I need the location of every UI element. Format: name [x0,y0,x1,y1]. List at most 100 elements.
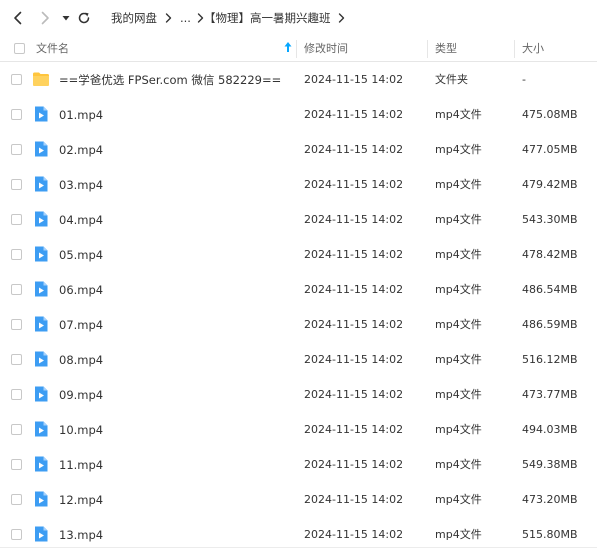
breadcrumb-separator-icon [197,13,204,23]
file-size: 478.42MB [522,248,578,261]
file-name[interactable]: 11.mp4 [59,458,103,472]
folder-icon [32,70,50,88]
column-divider[interactable] [514,40,515,58]
video-file-icon [32,525,50,543]
breadcrumb-ellipsis[interactable]: ... [180,11,191,25]
column-header-modified[interactable]: 修改时间 [304,42,348,56]
file-type: mp4文件 [435,213,482,226]
select-all-checkbox[interactable] [14,43,25,54]
file-type: mp4文件 [435,423,482,436]
chevron-right-icon [41,11,49,25]
row-checkbox[interactable] [11,424,22,435]
file-modified: 2024-11-15 14:02 [304,143,404,156]
file-row[interactable]: 11.mp4 2024-11-15 14:02 mp4文件 549.38MB [0,447,597,482]
file-row[interactable]: ==学爸优选 FPSer.com 微信 582229== 2024-11-15 1… [0,62,597,97]
sort-ascending-icon[interactable] [284,41,292,55]
file-name[interactable]: 08.mp4 [59,353,103,367]
file-row[interactable]: 05.mp4 2024-11-15 14:02 mp4文件 478.42MB [0,237,597,272]
row-checkbox[interactable] [11,179,22,190]
breadcrumb-root[interactable]: 我的网盘 [111,10,157,26]
file-type: mp4文件 [435,283,482,296]
back-button[interactable] [8,8,28,28]
video-file-icon [32,210,50,228]
file-list: ==学爸优选 FPSer.com 微信 582229== 2024-11-15 1… [0,62,597,550]
file-row[interactable]: 09.mp4 2024-11-15 14:02 mp4文件 473.77MB [0,377,597,412]
column-divider[interactable] [296,40,297,58]
file-name[interactable]: 13.mp4 [59,528,103,542]
row-checkbox[interactable] [11,494,22,505]
row-checkbox[interactable] [11,529,22,540]
file-row[interactable]: 07.mp4 2024-11-15 14:02 mp4文件 486.59MB [0,307,597,342]
file-row[interactable]: 01.mp4 2024-11-15 14:02 mp4文件 475.08MB [0,97,597,132]
refresh-button[interactable] [74,8,94,28]
file-name[interactable]: 12.mp4 [59,493,103,507]
row-checkbox[interactable] [11,459,22,470]
breadcrumb-current[interactable]: 【物理】高一暑期兴趣班 [204,10,331,26]
file-row[interactable]: 03.mp4 2024-11-15 14:02 mp4文件 479.42MB [0,167,597,202]
refresh-icon [78,12,90,24]
video-file-icon [32,105,50,123]
column-header-name[interactable]: 文件名 [36,42,69,56]
row-checkbox[interactable] [11,249,22,260]
caret-down-icon [62,16,70,21]
file-type: mp4文件 [435,143,482,156]
file-modified: 2024-11-15 14:02 [304,423,404,436]
file-name[interactable]: 09.mp4 [59,388,103,402]
row-checkbox[interactable] [11,319,22,330]
file-list-header: 文件名 修改时间 类型 大小 [0,36,597,62]
breadcrumb: 我的网盘 ... 【物理】高一暑期兴趣班 [111,9,353,27]
file-row[interactable]: 12.mp4 2024-11-15 14:02 mp4文件 473.20MB [0,482,597,517]
row-checkbox[interactable] [11,214,22,225]
file-name[interactable]: 02.mp4 [59,143,103,157]
file-modified: 2024-11-15 14:02 [304,528,404,541]
file-size: 475.08MB [522,108,578,121]
file-type: 文件夹 [435,73,468,86]
file-type: mp4文件 [435,528,482,541]
file-type: mp4文件 [435,353,482,366]
file-name[interactable]: 07.mp4 [59,318,103,332]
file-row[interactable]: 13.mp4 2024-11-15 14:02 mp4文件 515.80MB [0,517,597,550]
file-row[interactable]: 06.mp4 2024-11-15 14:02 mp4文件 486.54MB [0,272,597,307]
column-divider[interactable] [427,40,428,58]
file-row[interactable]: 04.mp4 2024-11-15 14:02 mp4文件 543.30MB [0,202,597,237]
row-checkbox[interactable] [11,109,22,120]
row-checkbox[interactable] [11,74,22,85]
chevron-left-icon [14,11,22,25]
file-name[interactable]: 04.mp4 [59,213,103,227]
video-file-icon [32,490,50,508]
column-header-type[interactable]: 类型 [435,42,457,56]
file-row[interactable]: 08.mp4 2024-11-15 14:02 mp4文件 516.12MB [0,342,597,377]
file-size: 543.30MB [522,213,578,226]
breadcrumb-separator-icon [338,13,345,23]
file-name[interactable]: 05.mp4 [59,248,103,262]
file-type: mp4文件 [435,108,482,121]
file-type: mp4文件 [435,388,482,401]
file-name[interactable]: 01.mp4 [59,108,103,122]
file-name[interactable]: ==学爸优选 FPSer.com 微信 582229== [59,73,281,87]
file-size: 473.20MB [522,493,578,506]
file-modified: 2024-11-15 14:02 [304,353,404,366]
file-row[interactable]: 10.mp4 2024-11-15 14:02 mp4文件 494.03MB [0,412,597,447]
row-checkbox[interactable] [11,389,22,400]
row-checkbox[interactable] [11,284,22,295]
file-modified: 2024-11-15 14:02 [304,73,404,86]
file-modified: 2024-11-15 14:02 [304,178,404,191]
file-type: mp4文件 [435,493,482,506]
toolbar: 我的网盘 ... 【物理】高一暑期兴趣班 [0,0,597,36]
history-dropdown-button[interactable] [56,8,76,28]
file-name[interactable]: 06.mp4 [59,283,103,297]
row-checkbox[interactable] [11,354,22,365]
forward-button[interactable] [35,8,55,28]
file-name[interactable]: 10.mp4 [59,423,103,437]
file-size: 515.80MB [522,528,578,541]
file-size: 494.03MB [522,423,578,436]
column-header-size[interactable]: 大小 [522,42,544,56]
file-size: 473.77MB [522,388,578,401]
video-file-icon [32,280,50,298]
file-modified: 2024-11-15 14:02 [304,283,404,296]
video-file-icon [32,455,50,473]
file-row[interactable]: 02.mp4 2024-11-15 14:02 mp4文件 477.05MB [0,132,597,167]
file-name[interactable]: 03.mp4 [59,178,103,192]
row-checkbox[interactable] [11,144,22,155]
file-size: 486.59MB [522,318,578,331]
